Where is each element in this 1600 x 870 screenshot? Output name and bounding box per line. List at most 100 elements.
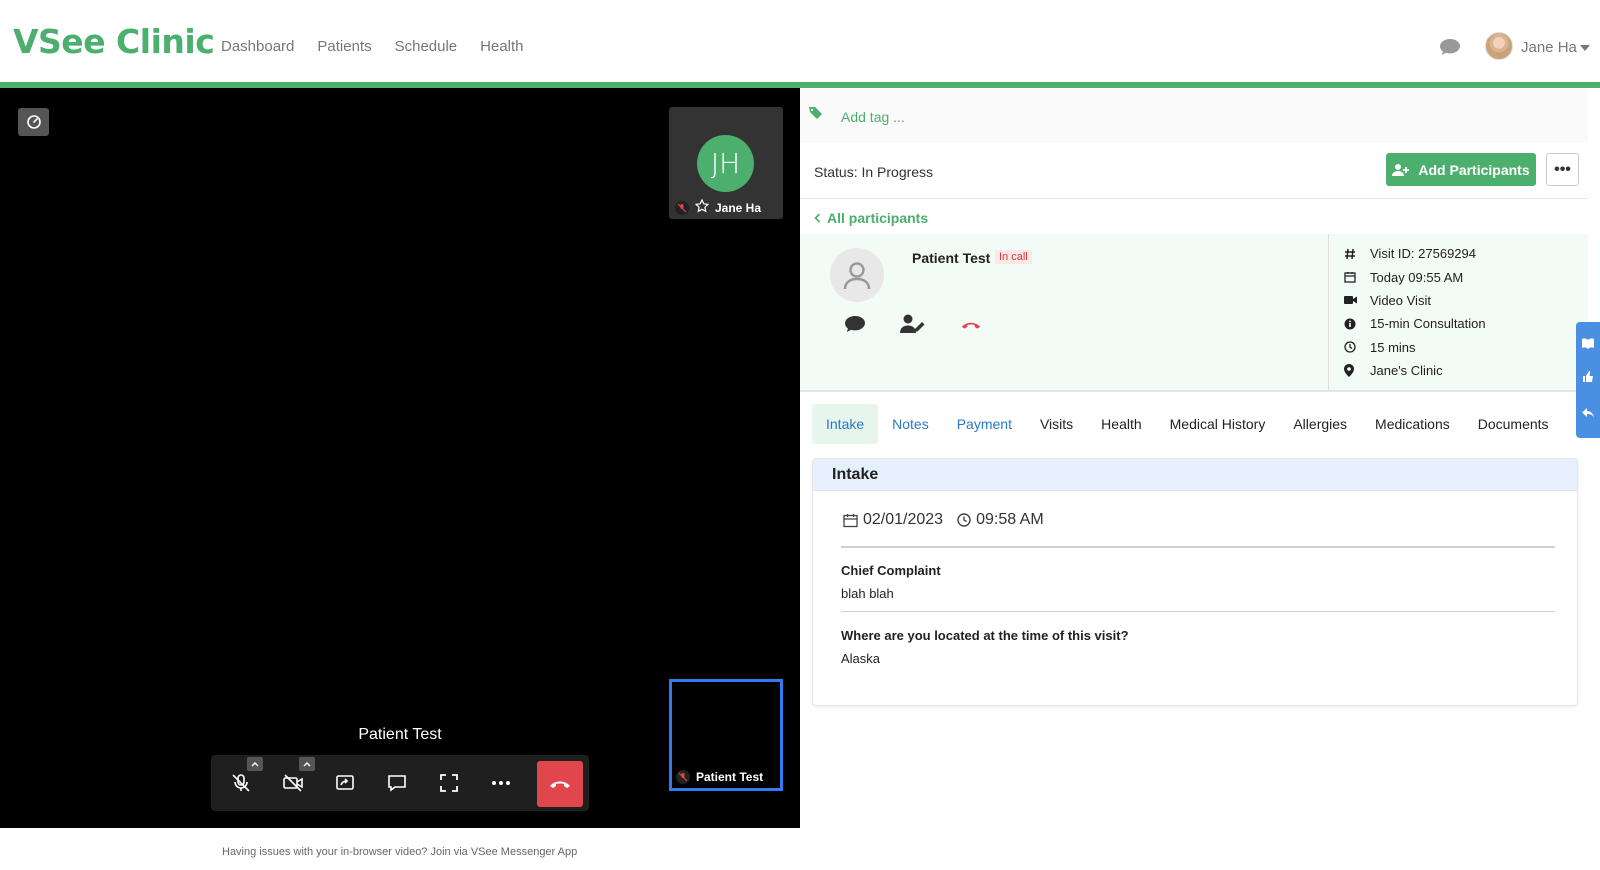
video-help-note[interactable]: Having issues with your in-browser video… [222, 846, 577, 858]
question-label: Chief Complaint [841, 563, 941, 578]
intake-divider [841, 546, 1555, 548]
visit-info-list: Visit ID: 27569294 Today 09:55 AM Video … [1344, 242, 1486, 382]
all-participants-link[interactable]: All participants [814, 210, 928, 226]
camera-off-button[interactable] [277, 767, 309, 799]
more-options-button[interactable] [485, 767, 517, 799]
self-initials-avatar: JH [697, 135, 754, 192]
visit-reason: 15-min Consultation [1370, 316, 1486, 332]
tab-intake[interactable]: Intake [812, 404, 879, 444]
calendar-icon [1344, 271, 1370, 283]
intake-time: 09:58 AM [976, 511, 1044, 528]
video-icon [1344, 295, 1370, 305]
add-participants-label: Add Participants [1418, 161, 1530, 178]
edit-patient-icon[interactable] [900, 314, 926, 339]
chevron-left-icon [814, 213, 821, 223]
patient-card-divider [1328, 234, 1329, 390]
calendar-icon [843, 513, 858, 527]
tab-payment[interactable]: Payment [943, 404, 1026, 444]
remote-thumb-name: Patient Test [696, 770, 764, 784]
mic-options-chevron-icon[interactable] [247, 757, 263, 771]
add-tag-link[interactable]: Add tag ... [841, 109, 905, 125]
top-bar: VSee Clinic Dashboard Patients Schedule … [0, 0, 1600, 82]
patient-avatar [830, 248, 884, 302]
visit-tabs: Intake Notes Payment Visits Health Medic… [812, 404, 1563, 444]
visit-location: Jane's Clinic [1370, 363, 1443, 379]
visit-id: Visit ID: 27569294 [1370, 246, 1476, 262]
intake-date: 02/01/2023 [863, 511, 944, 528]
user-avatar[interactable] [1485, 32, 1513, 60]
tab-documents[interactable]: Documents [1464, 404, 1563, 444]
status-row: Status: In Progress Add Participants ••• [800, 143, 1588, 199]
visit-datetime: Today 09:55 AM [1370, 269, 1464, 285]
self-thumbnail-label: Jane Ha [675, 198, 762, 216]
user-menu-caret-icon[interactable] [1580, 45, 1590, 51]
patient-card: Patient Test In call Visit ID: 27569294 … [800, 234, 1588, 392]
info-icon [1344, 318, 1370, 330]
all-participants-label: All participants [827, 210, 929, 226]
mic-muted-icon [676, 770, 690, 784]
visit-type: Video Visit [1370, 292, 1431, 308]
clinic-logo[interactable]: VSee Clinic [13, 22, 215, 61]
user-name[interactable]: Jane Ha [1521, 39, 1577, 56]
visit-reason-item: 15-min Consultation [1344, 312, 1486, 335]
tab-medications[interactable]: Medications [1361, 404, 1464, 444]
chat-icon[interactable] [1439, 38, 1461, 56]
tab-health[interactable]: Health [1087, 404, 1155, 444]
clock-icon [1344, 341, 1370, 353]
connection-speed-icon[interactable] [18, 108, 49, 136]
chat-button[interactable] [381, 767, 413, 799]
nav-health[interactable]: Health [480, 38, 523, 55]
camera-options-chevron-icon[interactable] [299, 757, 315, 771]
question-answer: Alaska [841, 651, 881, 666]
location-icon [1344, 364, 1370, 378]
tab-medical-history[interactable]: Medical History [1156, 404, 1280, 444]
visit-location-item: Jane's Clinic [1344, 359, 1486, 382]
message-patient-icon[interactable] [844, 315, 866, 338]
mic-muted-icon [675, 200, 689, 215]
side-toolbar [1576, 322, 1600, 438]
call-controls-bar [211, 755, 589, 811]
nav-dashboard[interactable]: Dashboard [221, 38, 294, 55]
remote-video-thumbnail[interactable]: Patient Test [669, 679, 783, 791]
user-placeholder-icon [843, 262, 871, 290]
visit-date-item: Today 09:55 AM [1344, 265, 1486, 288]
pin-star-icon[interactable] [694, 198, 710, 216]
question-divider [841, 611, 1555, 612]
end-patient-call-icon[interactable] [960, 318, 982, 336]
clock-icon [957, 513, 971, 527]
tab-notes[interactable]: Notes [878, 404, 943, 444]
end-call-button[interactable] [537, 761, 583, 807]
tab-visits[interactable]: Visits [1026, 404, 1087, 444]
tab-allergies[interactable]: Allergies [1279, 404, 1361, 444]
self-video-thumbnail[interactable]: JH Jane Ha [669, 107, 783, 219]
patient-name: Patient Test [912, 250, 991, 266]
patient-actions [844, 314, 982, 339]
remote-participant-name: Patient Test [358, 726, 442, 743]
main-nav: Dashboard Patients Schedule Health [221, 38, 524, 55]
intake-datetime: 02/01/2023 09:58 AM [843, 511, 1044, 529]
remote-thumbnail-label: Patient Test [676, 770, 763, 784]
visit-status: Status: In Progress [814, 164, 934, 180]
share-screen-button[interactable] [329, 767, 361, 799]
book-icon[interactable] [1581, 336, 1595, 354]
add-participants-button[interactable]: Add Participants [1386, 153, 1536, 186]
feedback-thumbs-icon[interactable] [1581, 370, 1595, 389]
video-stage: JH Jane Ha Patient Test Patient Test [0, 88, 800, 828]
visit-type-item: Video Visit [1344, 289, 1486, 312]
question-label: Where are you located at the time of thi… [841, 628, 1129, 643]
more-actions-button[interactable]: ••• [1546, 153, 1579, 186]
in-call-badge: In call [995, 250, 1032, 264]
self-name-label: Jane Ha [715, 200, 762, 215]
mute-mic-button[interactable] [225, 767, 257, 799]
reply-icon[interactable] [1581, 406, 1595, 424]
nav-schedule[interactable]: Schedule [395, 38, 458, 55]
intake-card: Intake 02/01/2023 09:58 AM Chief Complai… [812, 458, 1578, 706]
intake-title: Intake [813, 459, 1577, 491]
tag-row: Add tag ... [800, 88, 1588, 143]
fullscreen-button[interactable] [433, 767, 465, 799]
hash-icon [1344, 248, 1370, 260]
visit-panel: Add tag ... Status: In Progress Add Part… [800, 88, 1588, 870]
question-answer: blah blah [841, 586, 894, 601]
nav-patients[interactable]: Patients [317, 38, 371, 55]
visit-id-item: Visit ID: 27569294 [1344, 242, 1486, 265]
